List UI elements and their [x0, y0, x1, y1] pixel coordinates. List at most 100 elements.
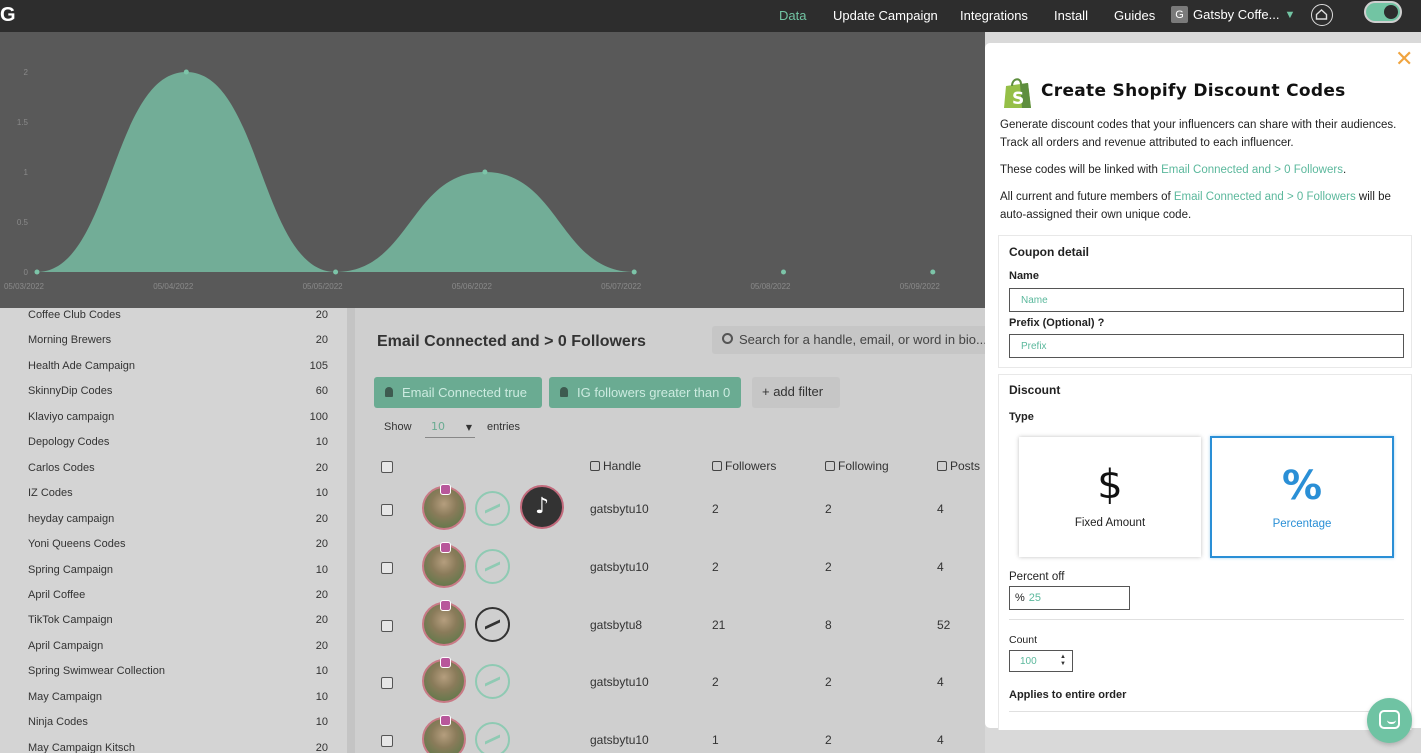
messenger-icon[interactable]	[475, 491, 510, 526]
campaign-list-item[interactable]: Coffee Club Codes 20	[0, 309, 347, 334]
messenger-icon[interactable]	[475, 722, 510, 753]
cell-followers: 2	[712, 559, 719, 574]
column-followers[interactable]: Followers	[712, 459, 776, 473]
campaign-name: Spring Campaign	[28, 563, 113, 576]
messenger-icon[interactable]	[475, 548, 510, 584]
name-label: Name	[1009, 270, 1039, 282]
instagram-icon	[937, 461, 947, 471]
column-posts[interactable]: Posts	[937, 459, 980, 473]
stepper-arrows-icon[interactable]: ▲ ▼	[1060, 654, 1066, 668]
percent-off-field[interactable]: % 25	[1009, 586, 1130, 610]
campaign-list-item[interactable]: Yoni Queens Codes 20	[0, 538, 347, 563]
campaign-list-item[interactable]: April Campaign 20	[0, 640, 347, 665]
avatar[interactable]	[422, 541, 466, 588]
row-checkbox[interactable]	[381, 735, 393, 748]
nav-integrations[interactable]: Integrations	[960, 8, 1028, 23]
table-row[interactable]: ♪ gatsbytu10 2 2 4	[355, 484, 985, 544]
segment-link[interactable]: Email Connected and > 0 Followers	[1161, 164, 1343, 176]
filter-chip-email[interactable]: Email Connected true	[374, 377, 542, 408]
nav-data[interactable]: Data	[779, 8, 806, 23]
campaign-list-item[interactable]: Spring Swimwear Collection 10	[0, 665, 347, 690]
campaign-list-item[interactable]: May Campaign Kitsch 20	[0, 742, 347, 753]
table-row[interactable]: gatsbytu10124Gatsby Test User 10	[355, 715, 985, 753]
data-point[interactable]	[781, 269, 786, 275]
segment-link[interactable]: Email Connected and > 0 Followers	[1174, 191, 1356, 203]
x-tick-label: 05/09/2022	[900, 282, 941, 291]
row-checkbox[interactable]	[381, 619, 393, 632]
avatar[interactable]	[422, 715, 466, 753]
avatar[interactable]	[422, 599, 466, 646]
row-checkbox[interactable]	[381, 561, 393, 574]
tiktok-icon[interactable]: ♪	[520, 485, 564, 529]
close-icon[interactable]: ✕	[1395, 49, 1413, 71]
x-tick-label: 05/05/2022	[303, 282, 344, 291]
prefix-field[interactable]: Prefix	[1009, 334, 1404, 358]
percentage-option[interactable]: % Percentage	[1210, 436, 1394, 558]
add-filter-button[interactable]: + add filter	[752, 377, 840, 408]
y-tick-label: 2	[24, 68, 29, 77]
row-checkbox[interactable]	[381, 504, 393, 516]
avatar[interactable]	[422, 484, 466, 530]
campaign-list-item[interactable]: Klaviyo campaign 100	[0, 411, 347, 436]
campaign-count: 10	[315, 690, 328, 703]
select-all-checkbox[interactable]	[381, 461, 393, 473]
campaign-list-item[interactable]: Spring Campaign 10	[0, 564, 347, 589]
campaign-list-item[interactable]: Morning Brewers 20	[0, 334, 347, 359]
campaign-list-item[interactable]: Carlos Codes 20	[0, 462, 347, 487]
store-name: Gatsby Coffe...	[1193, 7, 1280, 22]
avatar[interactable]	[422, 657, 466, 704]
data-point[interactable]	[333, 269, 339, 275]
campaign-name: Carlos Codes	[28, 461, 95, 474]
campaign-list-item[interactable]: TikTok Campaign 20	[0, 614, 347, 639]
campaign-list-item[interactable]: May Campaign 10	[0, 691, 347, 716]
messenger-icon[interactable]	[475, 606, 510, 642]
mode-toggle[interactable]	[1364, 1, 1402, 23]
cell-followers: 21	[712, 617, 726, 632]
table-row[interactable]: gatsbytu10 2 2 4	[355, 541, 985, 602]
data-point[interactable]	[482, 169, 488, 175]
instagram-icon	[712, 461, 722, 471]
table-row[interactable]: gatsbytu10 2 2 4	[355, 657, 985, 717]
campaign-list-item[interactable]: IZ Codes 10	[0, 487, 347, 512]
entries-select[interactable]: 10 ▼	[425, 418, 475, 438]
nav-update-campaign[interactable]: Update Campaign	[833, 8, 938, 23]
campaign-list-item[interactable]: SkinnyDip Codes 60	[0, 385, 347, 410]
campaign-count: 10	[315, 436, 328, 449]
instagram-icon	[440, 715, 451, 727]
row-checkbox[interactable]	[381, 677, 393, 690]
column-handle[interactable]: Handle	[590, 459, 641, 473]
store-switcher[interactable]: G Gatsby Coffe... ▼	[1171, 6, 1295, 23]
data-point[interactable]	[930, 269, 936, 275]
nav-guides[interactable]: Guides	[1114, 8, 1155, 23]
nav-install[interactable]: Install	[1054, 8, 1088, 23]
campaign-list-item[interactable]: Ninja Codes 10	[0, 716, 347, 741]
data-point[interactable]	[631, 269, 637, 275]
count-stepper[interactable]: 100 ▲ ▼	[1009, 650, 1073, 672]
home-icon[interactable]	[1311, 4, 1333, 26]
panel-divider[interactable]	[347, 308, 355, 753]
search-icon	[722, 333, 733, 344]
column-following[interactable]: Following	[825, 459, 889, 473]
search-input[interactable]: Search for a handle, email, or word in b…	[712, 326, 985, 354]
campaign-list-item[interactable]: April Coffee 20	[0, 589, 347, 614]
person-icon	[560, 387, 568, 397]
caret-down-icon: ▼	[465, 423, 472, 432]
data-point[interactable]	[183, 69, 189, 75]
name-field[interactable]: Name	[1009, 288, 1404, 312]
campaign-list-item[interactable]: Depology Codes 10	[0, 436, 347, 461]
chat-launcher-button[interactable]	[1367, 698, 1412, 743]
fixed-amount-option[interactable]: $ Fixed Amount	[1019, 437, 1201, 557]
campaign-list-item[interactable]: Health Ade Campaign 105	[0, 360, 347, 385]
filter-chip-followers[interactable]: IG followers greater than 0	[549, 377, 741, 408]
app-logo[interactable]: G	[0, 4, 18, 26]
table-row[interactable]: gatsbytu8 21 8 52	[355, 599, 985, 660]
campaign-count: 100	[309, 410, 328, 423]
percentage-label: Percentage	[1272, 518, 1332, 530]
cell-posts: 4	[937, 502, 944, 516]
percent-icon: %	[1281, 463, 1323, 509]
messenger-icon[interactable]	[475, 664, 510, 700]
data-point[interactable]	[34, 269, 40, 275]
cell-following: 8	[825, 617, 832, 632]
campaign-list-item[interactable]: heyday campaign 20	[0, 513, 347, 538]
campaign-name: Yoni Queens Codes	[28, 538, 126, 551]
